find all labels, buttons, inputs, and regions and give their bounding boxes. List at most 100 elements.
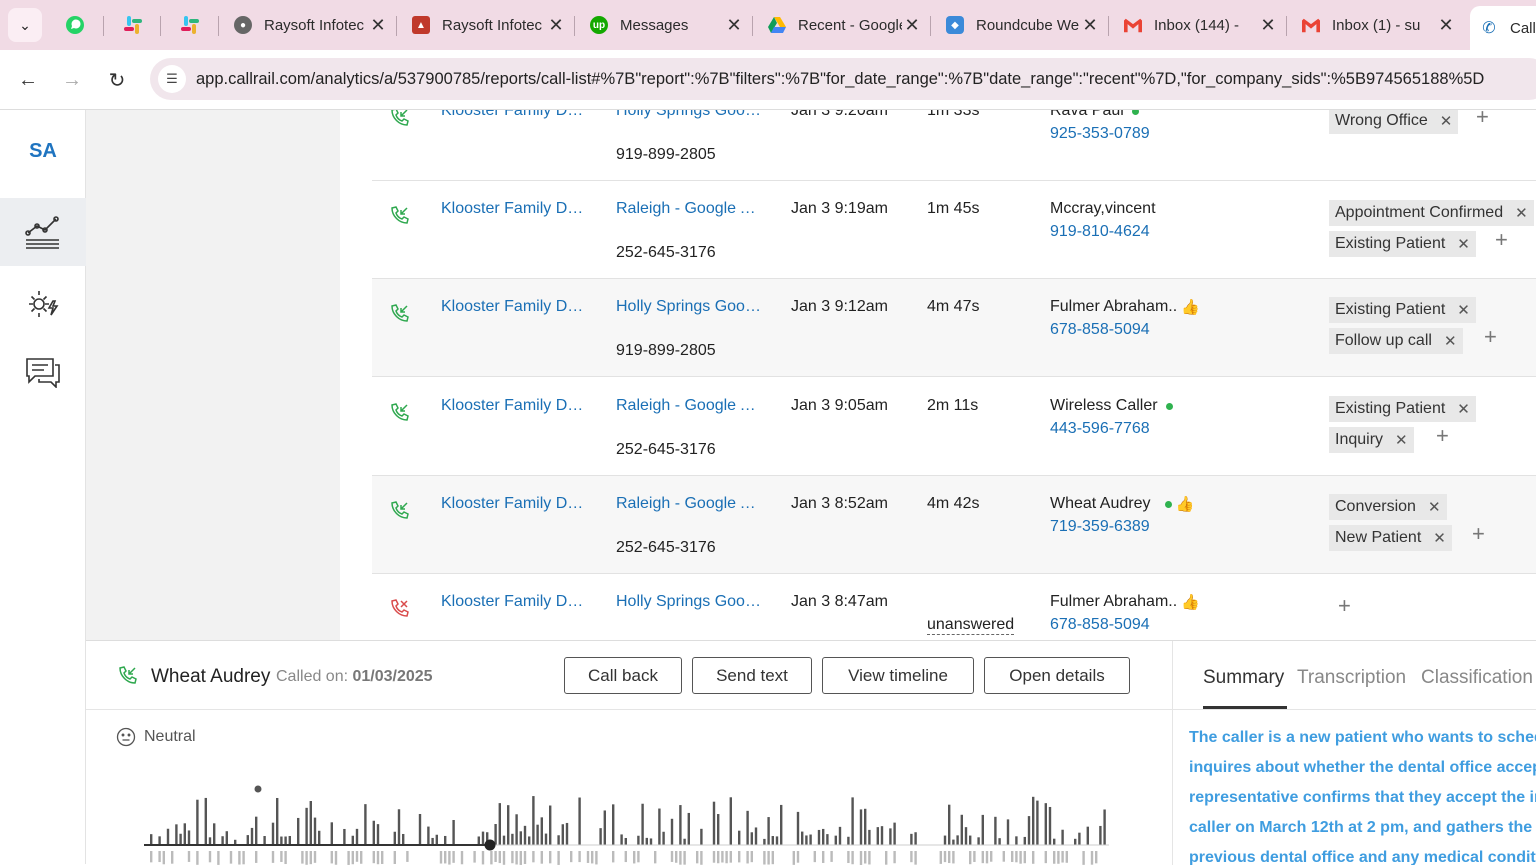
add-tag-button[interactable]: +: [1484, 324, 1497, 350]
caller-phone-link[interactable]: 678-858-5094: [1050, 616, 1150, 634]
table-row[interactable]: Klooster Family Dental Holly Springs Goo…: [372, 110, 1536, 181]
source-link[interactable]: Holly Springs Google: [616, 593, 761, 611]
back-arrow-icon: ←: [18, 68, 38, 91]
open-details-button[interactable]: Open details: [984, 657, 1130, 694]
tab-classification[interactable]: Classification: [1421, 667, 1533, 689]
tracking-number: 919-899-2805: [616, 146, 716, 163]
close-icon[interactable]: ✕: [546, 15, 566, 36]
call-summary-text: The caller is a new patient who wants to…: [1189, 729, 1536, 865]
remove-tag-icon[interactable]: ✕: [1515, 204, 1528, 222]
inbound-call-icon: [391, 403, 409, 421]
call-back-button[interactable]: Call back: [564, 657, 682, 694]
gear-bolt-icon: [29, 291, 59, 317]
audio-waveform[interactable]: [144, 781, 1114, 865]
slack-pinned-tab-1[interactable]: [120, 12, 146, 38]
tracking-number: 252-645-3176: [616, 441, 716, 458]
tab-transcription[interactable]: Transcription: [1297, 667, 1406, 689]
remove-tag-icon[interactable]: ✕: [1457, 235, 1470, 253]
slack-pinned-tab-2[interactable]: [177, 12, 203, 38]
call-date: Jan 3 9:19am: [791, 200, 888, 217]
nav-conversations[interactable]: [0, 338, 86, 406]
tag-chip: Follow up call ✕: [1329, 328, 1463, 354]
google-drive-icon: [768, 16, 786, 34]
playhead-handle[interactable]: [484, 839, 496, 851]
browser-tab[interactable]: Inbox (1) - su ✕: [1292, 6, 1462, 44]
caller-phone-link[interactable]: 719-359-6389: [1050, 518, 1150, 536]
remove-tag-icon[interactable]: ✕: [1433, 529, 1446, 547]
analytics-icon: [25, 216, 59, 249]
browser-tab[interactable]: ▲ Raysoft Infotec ✕: [402, 6, 572, 44]
browser-tab[interactable]: ◆ Roundcube Webmail ✕: [936, 6, 1106, 44]
close-icon[interactable]: ✕: [1080, 15, 1100, 36]
table-row[interactable]: Klooster Family Dental Raleigh - Google …: [372, 476, 1536, 574]
company-link[interactable]: Klooster Family Dental: [441, 593, 591, 611]
table-row[interactable]: Klooster Family Dental Raleigh - Google …: [372, 378, 1536, 476]
table-row[interactable]: Klooster Family Dental Holly Springs Goo…: [372, 279, 1536, 377]
close-icon[interactable]: ✕: [724, 15, 744, 36]
browser-tab[interactable]: Recent - Google Drive ✕: [758, 6, 928, 44]
source-link[interactable]: Holly Springs Google: [616, 110, 761, 120]
source-link[interactable]: Holly Springs Google: [616, 298, 761, 316]
browser-tab[interactable]: up Messages ✕: [580, 6, 750, 44]
view-timeline-button[interactable]: View timeline: [822, 657, 974, 694]
remove-tag-icon[interactable]: ✕: [1440, 112, 1453, 130]
close-icon[interactable]: ✕: [1436, 15, 1456, 36]
remove-tag-icon[interactable]: ✕: [1428, 498, 1441, 516]
company-link[interactable]: Klooster Family Dental: [441, 298, 591, 316]
roundcube-icon: ◆: [946, 16, 964, 34]
add-tag-button[interactable]: +: [1436, 423, 1449, 449]
tracking-number: 919-899-2805: [616, 342, 716, 359]
forward-button[interactable]: →: [56, 64, 88, 96]
waveform-marker: [254, 785, 262, 793]
whatsapp-pinned-tab[interactable]: [62, 12, 88, 38]
thumbs-up-icon: 👍: [1181, 594, 1200, 611]
nav-settings[interactable]: [0, 270, 86, 338]
missed-call-icon: [391, 599, 409, 617]
site-settings-icon[interactable]: ☰: [158, 65, 186, 93]
company-link[interactable]: Klooster Family Dental: [441, 495, 591, 513]
call-duration: 4m 47s: [927, 298, 980, 315]
remove-tag-icon[interactable]: ✕: [1457, 400, 1470, 418]
add-tag-button[interactable]: +: [1472, 521, 1485, 547]
remove-tag-icon[interactable]: ✕: [1395, 431, 1408, 449]
tag-chip: Existing Patient ✕: [1329, 231, 1476, 257]
close-icon[interactable]: ✕: [902, 15, 922, 36]
browser-tab-bar: ⌄ ● Raysoft Infotec ✕ ▲ Raysoft Infotec …: [0, 0, 1536, 50]
table-row[interactable]: Klooster Family Dental Raleigh - Google …: [372, 181, 1536, 279]
url-field[interactable]: ☰ app.callrail.com/analytics/a/537900785…: [150, 58, 1536, 100]
remove-tag-icon[interactable]: ✕: [1457, 301, 1470, 319]
browser-tab[interactable]: Inbox (144) - ✕: [1114, 6, 1284, 44]
company-link[interactable]: Klooster Family Dental: [441, 110, 591, 120]
caller-phone-link[interactable]: 443-596-7768: [1050, 420, 1150, 438]
browser-tab-active[interactable]: ✆ Call: [1470, 6, 1536, 50]
table-row[interactable]: Klooster Family Dental Holly Springs Goo…: [372, 574, 1536, 640]
caller-phone-link[interactable]: 925-353-0789: [1050, 125, 1150, 143]
reload-icon: ↻: [108, 69, 126, 92]
call-date: Jan 3 8:52am: [791, 495, 888, 512]
caller-phone-link[interactable]: 919-810-4624: [1050, 223, 1150, 241]
reload-button[interactable]: ↻: [101, 64, 133, 96]
add-tag-button[interactable]: +: [1495, 227, 1508, 253]
close-icon[interactable]: ✕: [1258, 15, 1278, 36]
source-link[interactable]: Raleigh - Google Ads: [616, 495, 761, 513]
inbound-call-icon: [391, 110, 409, 126]
call-duration: 2m 11s: [927, 397, 979, 414]
send-text-button[interactable]: Send text: [692, 657, 812, 694]
tab-search-button[interactable]: ⌄: [8, 8, 42, 42]
add-tag-button[interactable]: +: [1338, 593, 1351, 619]
browser-tab[interactable]: ● Raysoft Infotec ✕: [224, 6, 394, 44]
company-link[interactable]: Klooster Family Dental: [441, 200, 591, 218]
close-icon[interactable]: ✕: [368, 15, 388, 36]
tab-summary[interactable]: Summary: [1203, 667, 1284, 689]
account-initials[interactable]: SA: [0, 140, 86, 163]
source-link[interactable]: Raleigh - Google Ads: [616, 200, 761, 218]
source-link[interactable]: Raleigh - Google Ads: [616, 397, 761, 415]
back-button[interactable]: ←: [12, 64, 44, 96]
remove-tag-icon[interactable]: ✕: [1444, 332, 1457, 350]
status-dot: [1131, 110, 1139, 115]
add-tag-button[interactable]: +: [1476, 110, 1489, 130]
company-link[interactable]: Klooster Family Dental: [441, 397, 591, 415]
nav-analytics[interactable]: [0, 198, 86, 266]
caller-phone-link[interactable]: 678-858-5094: [1050, 321, 1150, 339]
call-list: Klooster Family Dental Holly Springs Goo…: [340, 110, 1536, 640]
